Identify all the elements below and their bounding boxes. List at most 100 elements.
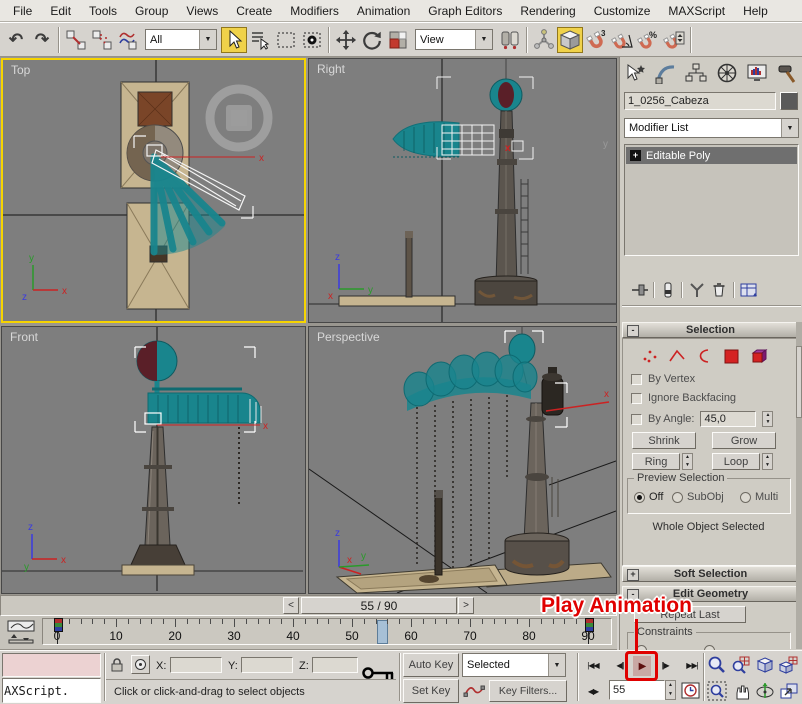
- viewport-perspective[interactable]: Perspective: [308, 326, 617, 594]
- key-mode-toggle-button[interactable]: ◀▶: [582, 680, 604, 702]
- window-crossing-toggle-button[interactable]: [299, 27, 325, 53]
- by-angle-field[interactable]: 45,0: [700, 411, 756, 427]
- viewport-right-canvas[interactable]: x y z y x: [309, 59, 616, 322]
- select-and-move-button[interactable]: [333, 27, 359, 53]
- menu-item-create[interactable]: Create: [227, 1, 281, 21]
- shrink-button[interactable]: Shrink: [632, 432, 696, 449]
- remove-modifier-icon[interactable]: [708, 281, 730, 299]
- by-angle-checkbox[interactable]: [631, 414, 642, 425]
- x-coord-field[interactable]: [170, 657, 222, 673]
- zoom-button[interactable]: [706, 654, 728, 676]
- preview-subobj-radio[interactable]: [672, 492, 683, 503]
- select-and-scale-button[interactable]: [385, 27, 411, 53]
- menu-item-graph-editors[interactable]: Graph Editors: [419, 1, 511, 21]
- element-mode-icon[interactable]: [748, 347, 770, 365]
- object-name-field[interactable]: 1_0256_Cabeza: [624, 92, 776, 110]
- modifier-list-dropdown[interactable]: Modifier List ▼: [624, 118, 799, 138]
- redo-button[interactable]: ↷: [29, 27, 55, 53]
- percent-snap-toggle-button[interactable]: %: [635, 27, 661, 53]
- border-mode-icon[interactable]: [694, 347, 714, 365]
- ignore-backfacing-checkbox[interactable]: [631, 393, 642, 404]
- menu-item-help[interactable]: Help: [734, 1, 777, 21]
- collapse-icon[interactable]: -: [627, 325, 639, 337]
- selection-filter-dropdown[interactable]: All ▼: [145, 29, 217, 50]
- default-tangent-icon[interactable]: [463, 682, 485, 700]
- current-frame-marker[interactable]: [377, 620, 388, 644]
- viewport-top[interactable]: Top: [1, 58, 306, 323]
- tab-display[interactable]: [745, 62, 769, 84]
- zoom-extents-button[interactable]: [754, 654, 776, 676]
- tab-hierarchy[interactable]: [684, 62, 708, 84]
- loop-button[interactable]: Loop: [712, 453, 760, 470]
- loop-spinner[interactable]: ▲▼: [762, 453, 773, 470]
- keyframe-marker[interactable]: [54, 618, 63, 632]
- menu-item-edit[interactable]: Edit: [41, 1, 80, 21]
- modifier-stack[interactable]: + Editable Poly: [624, 144, 799, 256]
- soft-selection-rollout-header[interactable]: + Soft Selection: [622, 566, 799, 582]
- viewport-perspective-canvas[interactable]: x z x y: [309, 327, 616, 593]
- region-zoom-button[interactable]: [706, 680, 728, 702]
- snap-toggle-3-button[interactable]: 3: [583, 27, 609, 53]
- pan-button[interactable]: [730, 680, 752, 702]
- frame-spinner[interactable]: ▲▼: [665, 680, 676, 700]
- menu-item-tools[interactable]: Tools: [80, 1, 126, 21]
- preview-multi-radio[interactable]: [740, 492, 751, 503]
- use-pivot-point-center-button[interactable]: [497, 27, 523, 53]
- timeline-ruler[interactable]: 0102030405060708090: [42, 618, 612, 645]
- snaps-toggle-button[interactable]: [557, 27, 583, 53]
- menu-item-file[interactable]: File: [4, 1, 41, 21]
- track-bar[interactable]: 0102030405060708090: [0, 616, 617, 650]
- select-and-manipulate-button[interactable]: [531, 27, 557, 53]
- expand-icon[interactable]: +: [627, 569, 639, 581]
- menu-item-views[interactable]: Views: [177, 1, 227, 21]
- selection-rollout-header[interactable]: - Selection: [622, 322, 799, 338]
- spinner-snap-toggle-button[interactable]: [661, 27, 687, 53]
- show-end-result-icon[interactable]: [658, 281, 678, 299]
- z-coord-field[interactable]: [312, 657, 358, 673]
- tab-modify[interactable]: [654, 62, 678, 84]
- edge-mode-icon[interactable]: [667, 347, 687, 365]
- absolute-offset-toggle[interactable]: [131, 655, 150, 674]
- time-slider-next-button[interactable]: >: [458, 597, 474, 614]
- rectangular-selection-region-button[interactable]: [273, 27, 299, 53]
- tab-motion[interactable]: [715, 62, 739, 84]
- reference-coordinate-dropdown[interactable]: View ▼: [415, 29, 493, 50]
- stack-expand-icon[interactable]: +: [630, 150, 641, 161]
- ring-button[interactable]: Ring: [632, 453, 680, 470]
- viewport-top-canvas[interactable]: x y x z: [3, 60, 304, 321]
- vertex-mode-icon[interactable]: [640, 347, 660, 365]
- key-filters-button[interactable]: Key Filters...: [489, 680, 567, 702]
- select-by-name-button[interactable]: [247, 27, 273, 53]
- viewport-front[interactable]: Front x: [1, 326, 306, 594]
- menu-item-modifiers[interactable]: Modifiers: [281, 1, 348, 21]
- set-key-button[interactable]: Set Key: [403, 679, 459, 703]
- time-slider-prev-button[interactable]: <: [283, 597, 299, 614]
- pin-stack-icon[interactable]: [630, 281, 650, 299]
- make-unique-icon[interactable]: [686, 281, 708, 299]
- maximize-viewport-toggle-button[interactable]: [778, 680, 800, 702]
- by-vertex-checkbox[interactable]: [631, 374, 642, 385]
- bind-to-spacewarp-button[interactable]: [115, 27, 141, 53]
- preview-multi-option[interactable]: Multi: [740, 491, 778, 503]
- maxscript-listener-pink[interactable]: [2, 653, 101, 677]
- maxscript-listener-line[interactable]: AXScript.: [2, 678, 101, 703]
- time-slider-track[interactable]: < 55 / 90 >: [0, 595, 617, 616]
- object-color-swatch[interactable]: [780, 92, 798, 110]
- preview-off-radio[interactable]: [634, 492, 645, 503]
- select-and-link-button[interactable]: [63, 27, 89, 53]
- configure-modifier-sets-icon[interactable]: [738, 281, 760, 299]
- viewport-right[interactable]: Right: [308, 58, 617, 323]
- select-and-rotate-button[interactable]: [359, 27, 385, 53]
- tab-utilities[interactable]: [776, 62, 800, 84]
- time-slider-thumb[interactable]: 55 / 90: [301, 597, 457, 614]
- menu-item-group[interactable]: Group: [126, 1, 177, 21]
- preview-off-option[interactable]: Off: [634, 491, 663, 503]
- menu-item-rendering[interactable]: Rendering: [511, 1, 584, 21]
- panel-scrollbar[interactable]: [796, 322, 802, 649]
- menu-item-maxscript[interactable]: MAXScript: [659, 1, 734, 21]
- menu-item-animation[interactable]: Animation: [348, 1, 419, 21]
- keyframe-marker[interactable]: [585, 618, 594, 632]
- arc-rotate-button[interactable]: [754, 680, 776, 702]
- tab-create[interactable]: [623, 62, 647, 84]
- key-filter-dropdown[interactable]: Selected ▼: [462, 653, 566, 677]
